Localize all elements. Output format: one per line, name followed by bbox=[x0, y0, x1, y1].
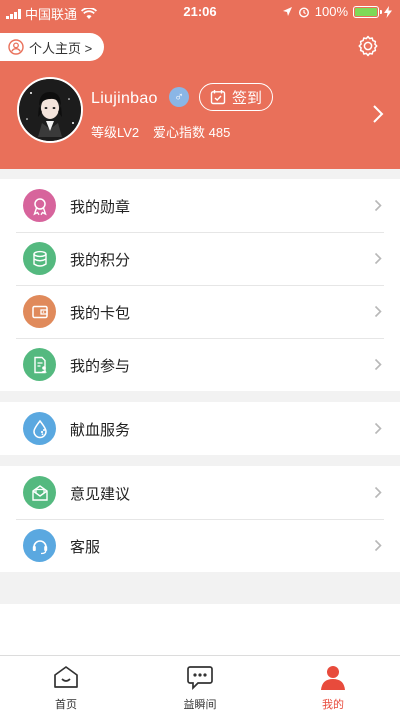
menu-item-my-participation[interactable]: 我的参与 bbox=[0, 338, 400, 391]
chat-icon bbox=[187, 666, 213, 691]
tab-label: 益瞬间 bbox=[183, 699, 217, 710]
chevron-right-icon bbox=[374, 305, 382, 318]
user-level: 等级LV2 bbox=[91, 125, 140, 140]
headset-icon bbox=[23, 529, 56, 562]
menu-item-label: 我的参与 bbox=[70, 358, 131, 375]
profile-header: 中国联通 21:06 100% 个人主页 > Liujinbao ♂ 签到 等级… bbox=[0, 0, 400, 169]
chevron-right-icon bbox=[374, 422, 382, 435]
bottom-tab-bar: 首页 益瞬间 我的 bbox=[0, 655, 400, 710]
alarm-icon bbox=[298, 6, 309, 18]
avatar[interactable] bbox=[17, 77, 83, 143]
participation-icon bbox=[23, 348, 56, 381]
tab-mine[interactable]: 我的 bbox=[293, 656, 373, 710]
menu-item-label: 我的卡包 bbox=[70, 305, 131, 322]
menu-item-customer-service[interactable]: 客服 bbox=[0, 519, 400, 572]
menu-item-blood-donation-service[interactable]: 献血服务 bbox=[0, 402, 400, 455]
love-index: 爱心指数 485 bbox=[153, 125, 231, 140]
personal-homepage-button[interactable]: 个人主页 > bbox=[0, 33, 105, 61]
personal-homepage-label: 个人主页 > bbox=[29, 40, 93, 56]
location-icon bbox=[282, 7, 292, 16]
settings-gear-icon[interactable] bbox=[356, 34, 380, 58]
status-bar: 中国联通 21:06 100% bbox=[0, 0, 400, 22]
menu-item-my-card-wallet[interactable]: 我的卡包 bbox=[0, 285, 400, 338]
chevron-right-icon bbox=[374, 199, 382, 212]
menu-item-feedback[interactable]: 意见建议 bbox=[0, 466, 400, 519]
menu-item-my-points[interactable]: 我的积分 bbox=[0, 232, 400, 285]
tab-label: 我的 bbox=[322, 699, 344, 710]
menu-item-label: 我的积分 bbox=[70, 252, 131, 269]
battery-percent: 100% bbox=[314, 4, 348, 19]
menu-item-label: 献血服务 bbox=[70, 422, 131, 439]
menu-group-support: 意见建议 客服 bbox=[0, 466, 400, 572]
chevron-right-icon bbox=[374, 486, 382, 499]
battery-icon bbox=[353, 5, 382, 18]
menu-group-account: 我的勋章 我的积分 我的卡包 我的参与 bbox=[0, 179, 400, 391]
tab-moments[interactable]: 益瞬间 bbox=[160, 656, 240, 710]
checkin-button[interactable]: 签到 bbox=[199, 83, 273, 111]
male-gender-icon: ♂ bbox=[169, 87, 189, 107]
menu-group-services: 献血服务 bbox=[0, 402, 400, 455]
menu-item-label: 客服 bbox=[70, 539, 101, 556]
person-icon bbox=[321, 666, 345, 690]
username: Liujinbao bbox=[91, 90, 158, 107]
charging-icon bbox=[384, 5, 392, 18]
home-icon bbox=[54, 666, 78, 688]
profile-chevron-right-icon[interactable] bbox=[372, 104, 384, 124]
chevron-right-icon bbox=[374, 252, 382, 265]
medal-icon bbox=[23, 189, 56, 222]
checkin-label: 签到 bbox=[231, 89, 262, 107]
user-circle-icon bbox=[8, 39, 24, 55]
tab-home[interactable]: 首页 bbox=[26, 656, 106, 710]
calendar-check-icon bbox=[210, 90, 226, 105]
wallet-icon bbox=[23, 295, 56, 328]
menu-item-label: 意见建议 bbox=[70, 486, 131, 503]
menu-item-label: 我的勋章 bbox=[70, 199, 131, 216]
tab-label: 首页 bbox=[55, 699, 77, 710]
content-spacer bbox=[0, 604, 400, 655]
feedback-mail-icon bbox=[23, 476, 56, 509]
chevron-right-icon bbox=[374, 358, 382, 371]
chevron-right-icon bbox=[374, 539, 382, 552]
coins-icon bbox=[23, 242, 56, 275]
menu-item-my-medals[interactable]: 我的勋章 bbox=[0, 179, 400, 232]
blood-drop-icon bbox=[23, 412, 56, 445]
